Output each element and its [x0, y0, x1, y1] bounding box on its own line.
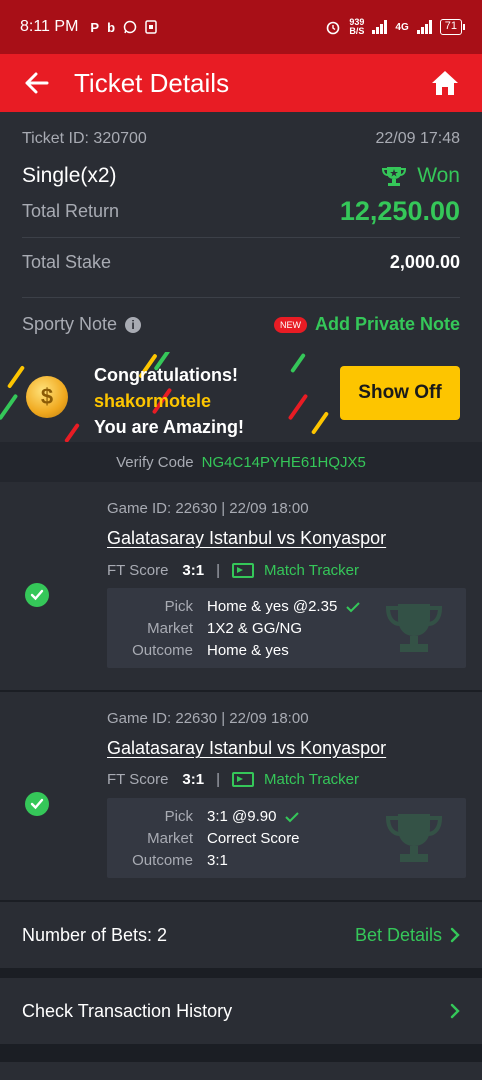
- separator: |: [216, 562, 220, 579]
- checkmark-icon: [346, 601, 361, 612]
- congrats-banner: $ Congratulations! shakormotele You are …: [0, 352, 482, 442]
- status-badge: Won: [381, 164, 460, 188]
- trophy-icon: [382, 167, 407, 186]
- divider: [22, 237, 460, 238]
- pick-value: 3:1 @9.90: [207, 808, 300, 825]
- checkmark-icon: [285, 811, 300, 822]
- outcome-value: 3:1: [207, 852, 228, 869]
- ticket-id-row: Ticket ID: 320700 22/09 17:48: [22, 130, 460, 148]
- sporty-note-label: Sporty Note: [22, 314, 118, 334]
- ticket-summary: Ticket ID: 320700 22/09 17:48 Single(x2)…: [0, 112, 482, 442]
- back-button[interactable]: [0, 54, 74, 112]
- game-info: Game ID: 22630 | 22/09 18:00: [107, 500, 309, 517]
- match-tracker-icon: [232, 563, 254, 578]
- trophy-watermark-icon: [385, 604, 443, 652]
- info-icon[interactable]: i: [125, 316, 142, 333]
- p-app-icon: P: [90, 19, 100, 35]
- transaction-history-label: Check Transaction History: [22, 1000, 233, 1021]
- add-note-label: Add Private Note: [314, 314, 460, 334]
- bet-details-link[interactable]: Bet Details: [355, 925, 460, 946]
- number-of-bets: Number of Bets: 2: [22, 924, 168, 945]
- sim-icon: [145, 19, 157, 34]
- market-value: Correct Score: [207, 830, 300, 847]
- chevron-right-icon: [450, 1003, 460, 1019]
- whatsapp-icon: [123, 20, 137, 33]
- signal-icon: [372, 20, 388, 34]
- pick-details: Pick 3:1 @9.90 Market Correct Score Outc…: [107, 798, 466, 878]
- outcome-value: Home & yes: [207, 642, 289, 659]
- pick-value: Home & yes @2.35: [207, 598, 361, 615]
- username: shakormotele: [94, 391, 212, 411]
- total-return-value: 12,250.00: [339, 196, 460, 226]
- bottom-panel: [0, 1062, 482, 1080]
- verify-code-row: Verify Code NG4C14PYHE61HQJX5: [0, 442, 482, 482]
- app-bar: Ticket Details: [0, 54, 482, 112]
- transaction-history-row[interactable]: Check Transaction History: [0, 978, 482, 1044]
- number-of-bets-row: Number of Bets: 2 Bet Details: [0, 902, 482, 968]
- confetti: [0, 393, 19, 421]
- bet-card: Game ID: 22630 | 22/09 18:00 Galatasaray…: [0, 692, 482, 900]
- match-tracker-link[interactable]: Match Tracker: [232, 562, 359, 579]
- confetti: [290, 352, 306, 374]
- network-type: 4G: [395, 21, 409, 33]
- ticket-type: Single(x2): [22, 164, 117, 187]
- new-badge: NEW: [273, 316, 307, 333]
- home-button[interactable]: [408, 54, 482, 112]
- confetti: [6, 365, 26, 389]
- ft-score-row: FT Score 3:1 | Match Tracker: [107, 562, 360, 579]
- ft-score: 3:1: [182, 771, 205, 788]
- verify-label: Verify Code: [116, 453, 194, 471]
- confetti: [64, 422, 80, 442]
- ticket-date: 22/09 17:48: [375, 130, 460, 147]
- b-app-icon: b: [107, 19, 116, 35]
- total-stake-value: 2,000.00: [389, 252, 460, 272]
- separator: |: [216, 771, 220, 788]
- pick-details: Pick Home & yes @2.35 Market 1X2 & GG/NG…: [107, 588, 466, 668]
- total-stake-label: Total Stake: [22, 252, 112, 272]
- verify-code[interactable]: NG4C14PYHE61HQJX5: [202, 454, 366, 471]
- home-icon: [432, 71, 458, 95]
- coin-icon: $: [26, 376, 68, 418]
- status-bar: 8:11 PM P b 939 B/S 4G 71: [0, 0, 482, 54]
- market-value: 1X2 & GG/NG: [207, 620, 303, 637]
- total-return-row: Total Return 12,250.00: [22, 196, 460, 227]
- ft-score: 3:1: [182, 562, 205, 579]
- match-link[interactable]: Galatasaray Istanbul vs Konyaspor: [107, 528, 386, 549]
- battery-icon: 71: [439, 19, 466, 35]
- confetti: [287, 393, 309, 421]
- confetti: [310, 411, 330, 435]
- net-speed: 939 B/S: [349, 17, 365, 36]
- alarm-icon: [327, 21, 340, 35]
- match-link[interactable]: Galatasaray Istanbul vs Konyaspor: [107, 738, 386, 759]
- sporty-note-row: Sporty Note i NEW Add Private Note: [22, 314, 460, 335]
- match-tracker-icon: [232, 772, 254, 787]
- ticket-status: Won: [417, 164, 460, 187]
- congrats-text: Congratulations! shakormotele You are Am…: [94, 365, 245, 437]
- signal-icon-2: [416, 20, 432, 34]
- status-time: 8:11 PM: [20, 18, 79, 35]
- total-stake-row: Total Stake 2,000.00: [22, 252, 460, 273]
- check-circle-icon: [25, 792, 49, 816]
- ticket-type-row: Single(x2) Won: [22, 164, 460, 188]
- notification-icons: P b: [90, 20, 157, 35]
- match-tracker-link[interactable]: Match Tracker: [232, 771, 359, 788]
- total-return-label: Total Return: [22, 201, 120, 221]
- arrow-left-icon: [25, 72, 49, 94]
- show-off-button[interactable]: Show Off: [340, 366, 460, 420]
- trophy-watermark-icon: [385, 814, 443, 862]
- bet-card: Game ID: 22630 | 22/09 18:00 Galatasaray…: [0, 482, 482, 690]
- game-info: Game ID: 22630 | 22/09 18:00: [107, 710, 309, 727]
- divider: [22, 297, 460, 298]
- add-note-button[interactable]: NEW Add Private Note: [273, 314, 460, 335]
- chevron-right-icon: [450, 927, 460, 943]
- ft-score-row: FT Score 3:1 | Match Tracker: [107, 771, 360, 788]
- check-circle-icon: [25, 583, 49, 607]
- page-title: Ticket Details: [74, 67, 230, 98]
- ticket-id: Ticket ID: 320700: [22, 130, 147, 147]
- system-icons: 939 B/S 4G 71: [325, 17, 466, 36]
